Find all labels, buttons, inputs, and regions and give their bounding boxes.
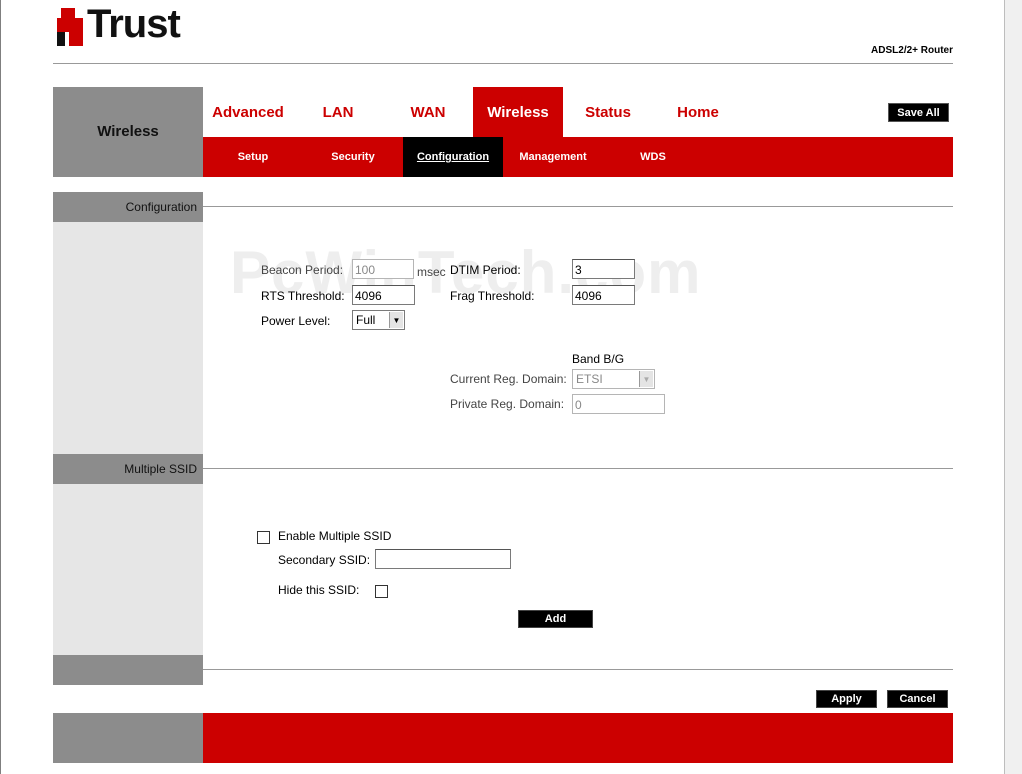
window-left-border (0, 0, 1, 774)
power-level-select[interactable]: Full ▼ (352, 310, 405, 330)
beacon-period-input[interactable] (352, 259, 414, 279)
hide-ssid-checkbox[interactable] (375, 585, 388, 598)
subtab-security[interactable]: Security (303, 137, 403, 177)
section-title: Wireless (97, 123, 159, 140)
dtim-period-input[interactable] (572, 259, 635, 279)
add-button[interactable]: Add (518, 610, 593, 628)
rts-threshold-input[interactable] (352, 285, 415, 305)
power-level-value: Full (356, 313, 376, 327)
main-navigation: Advanced LAN WAN Wireless Status Home (203, 87, 953, 137)
chevron-down-icon: ▼ (389, 312, 403, 328)
power-level-label: Power Level: (261, 314, 331, 328)
nav-tab-wan[interactable]: WAN (383, 87, 473, 137)
private-reg-domain-label: Private Reg. Domain: (450, 397, 565, 411)
beacon-period-unit: msec (417, 265, 446, 279)
header-divider (53, 63, 953, 64)
nav-tab-home[interactable]: Home (653, 87, 743, 137)
nav-tab-lan[interactable]: LAN (293, 87, 383, 137)
enable-multiple-ssid-label: Enable Multiple SSID (278, 529, 392, 543)
footer-red-bar (203, 713, 953, 763)
band-label: Band B/G (572, 352, 625, 366)
nav-tab-wireless[interactable]: Wireless (473, 87, 563, 137)
save-all-button[interactable]: Save All (888, 103, 949, 122)
subtab-configuration[interactable]: Configuration (403, 137, 503, 177)
configuration-section-divider (203, 206, 953, 207)
logo-text: Trust (87, 2, 181, 46)
bottom-section-divider (203, 669, 953, 670)
sub-navigation: Setup Security Configuration Management … (203, 137, 953, 177)
enable-multiple-ssid-checkbox[interactable] (257, 531, 270, 544)
configuration-section-label: Configuration (53, 192, 203, 222)
multiple-ssid-sidebar (53, 484, 203, 655)
frag-threshold-label: Frag Threshold: (450, 289, 535, 303)
secondary-ssid-label: Secondary SSID: (278, 553, 371, 567)
footer-grey-block (53, 713, 203, 763)
current-reg-domain-select[interactable]: ETSI ▼ (572, 369, 655, 389)
apply-button[interactable]: Apply (816, 690, 877, 708)
configuration-sidebar (53, 222, 203, 454)
chevron-down-icon: ▼ (639, 371, 653, 387)
current-reg-domain-label: Current Reg. Domain: (450, 372, 567, 386)
nav-tab-advanced[interactable]: Advanced (203, 87, 293, 137)
hide-ssid-label: Hide this SSID: (278, 583, 360, 597)
multiple-ssid-section-divider (203, 468, 953, 469)
product-name: ADSL2/2+ Router (871, 45, 953, 56)
subtab-management[interactable]: Management (503, 137, 603, 177)
multiple-ssid-section-label: Multiple SSID (53, 454, 203, 484)
nav-tab-status[interactable]: Status (563, 87, 653, 137)
secondary-ssid-input[interactable] (375, 549, 511, 569)
frag-threshold-input[interactable] (572, 285, 635, 305)
cancel-button[interactable]: Cancel (887, 690, 948, 708)
current-reg-domain-value: ETSI (576, 372, 603, 386)
rts-threshold-label: RTS Threshold: (261, 289, 345, 303)
section-title-panel: Wireless (53, 87, 203, 177)
beacon-period-label: Beacon Period: (261, 263, 344, 277)
vertical-scrollbar[interactable] (1004, 0, 1022, 774)
dtim-period-label: DTIM Period: (450, 263, 521, 277)
private-reg-domain-input[interactable] (572, 394, 665, 414)
bottom-sidebar-block (53, 655, 203, 685)
trust-logo: Trust (57, 2, 202, 48)
subtab-setup[interactable]: Setup (203, 137, 303, 177)
subtab-wds[interactable]: WDS (603, 137, 703, 177)
